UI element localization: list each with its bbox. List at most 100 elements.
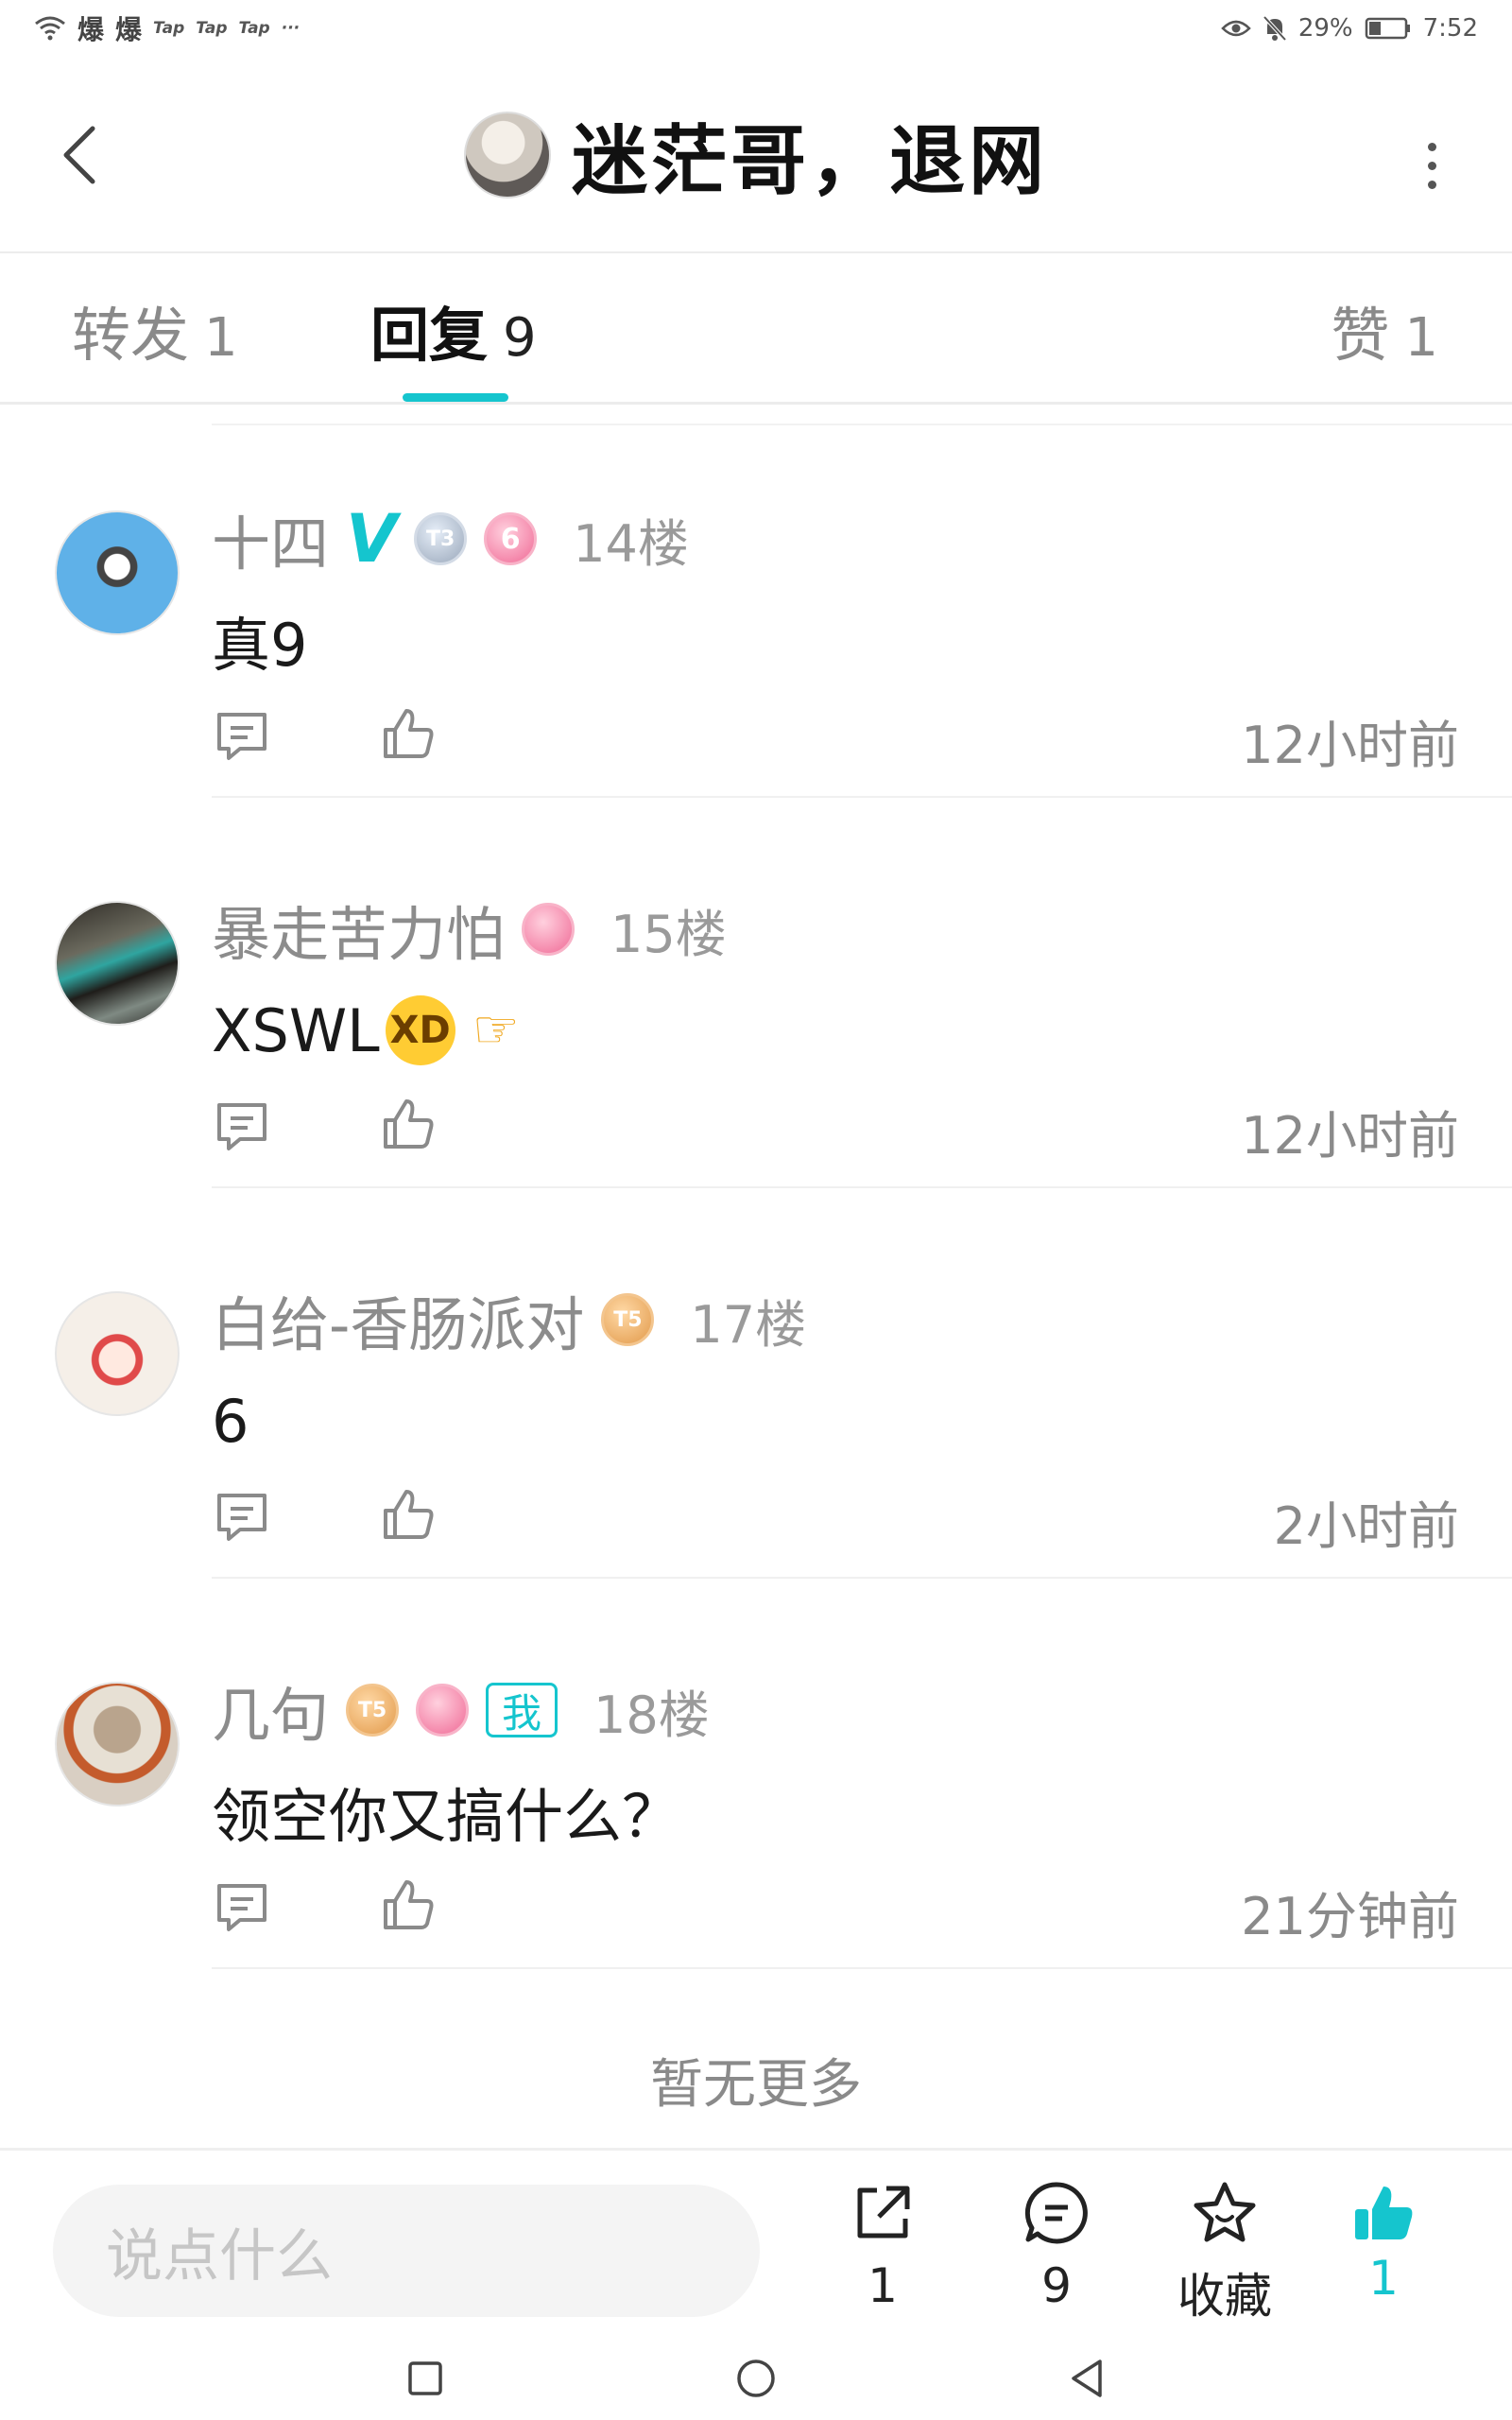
me-tag: 我 xyxy=(486,1683,558,1737)
level-badge-icon: T5 xyxy=(346,1684,400,1737)
comment-meta: 白给-香肠派对 T5 17楼 xyxy=(212,1284,807,1359)
app-notification-icon: 爆 xyxy=(77,14,105,45)
like-button[interactable] xyxy=(378,1484,438,1545)
thumbs-up-icon xyxy=(384,709,434,758)
favorite-button[interactable]: 收藏 xyxy=(1159,2179,1291,2330)
comment-item: 十四 V T3 6 14楼 真9 12小时前 xyxy=(0,408,1512,799)
more-notifications: ··· xyxy=(281,19,301,38)
comment-meta: 十四 V T3 6 14楼 xyxy=(212,500,689,579)
share-count: 1 xyxy=(868,2258,898,2313)
title-group: 迷茫哥，退网 xyxy=(0,106,1512,205)
more-options-button[interactable] xyxy=(1418,132,1446,199)
floor-number: 18楼 xyxy=(593,1685,710,1745)
author-avatar[interactable] xyxy=(464,112,551,199)
user-avatar[interactable] xyxy=(55,1682,180,1806)
battery-icon xyxy=(1365,17,1410,40)
square-icon xyxy=(408,2361,442,2395)
comment-item: 几句 T5 我 18楼 领空你又搞什么？ 21分钟前 xyxy=(0,1580,1512,1970)
event-badge-icon xyxy=(522,903,576,956)
comment-input-placeholder: 说点什么 xyxy=(106,2222,333,2290)
no-more-label: 暂无更多 xyxy=(650,2054,862,2116)
thumbs-up-icon xyxy=(384,1099,434,1149)
tab-forward[interactable]: 转发 1 xyxy=(72,287,238,372)
system-navigation-bar xyxy=(0,2341,1512,2420)
dot xyxy=(1427,142,1436,151)
star-icon xyxy=(1194,2182,1256,2242)
rank-badge-icon: 6 xyxy=(484,512,538,565)
reply-button[interactable] xyxy=(212,1876,272,1937)
comment-icon xyxy=(217,1103,266,1150)
dot xyxy=(1427,161,1436,170)
comment-time: 12小时前 xyxy=(1241,716,1459,775)
tab-like[interactable]: 赞 1 xyxy=(1331,287,1438,372)
like-button[interactable] xyxy=(378,1094,438,1154)
home-button[interactable] xyxy=(733,2356,779,2401)
comment-content: XSWL XD ☞ xyxy=(212,988,531,1073)
username[interactable]: 几句 xyxy=(212,1668,329,1753)
taptap-notification-icon: Tap xyxy=(238,19,270,38)
comment-input[interactable]: 说点什么 xyxy=(53,2185,760,2317)
divider xyxy=(212,1967,1512,1969)
username[interactable]: 十四 xyxy=(212,496,329,581)
battery-percent: 29% xyxy=(1297,14,1353,43)
level-badge-icon: T5 xyxy=(601,1293,655,1346)
comment-icon xyxy=(217,1884,266,1931)
comment-time: 2小时前 xyxy=(1273,1496,1459,1556)
app-notification-icon: 爆 xyxy=(115,14,143,45)
comment-button[interactable]: 9 xyxy=(990,2179,1123,2330)
comment-time: 21分钟前 xyxy=(1241,1887,1459,1946)
tab-count: 1 xyxy=(1404,307,1438,369)
comment-meta: 几句 T5 我 18楼 xyxy=(212,1674,710,1750)
tab-reply[interactable]: 回复 9 xyxy=(370,287,537,372)
recent-apps-button[interactable] xyxy=(403,2356,448,2401)
comment-count: 9 xyxy=(1041,2258,1072,2313)
mute-bell-icon xyxy=(1263,15,1287,42)
eye-icon xyxy=(1221,20,1251,37)
username[interactable]: 白给-香肠派对 xyxy=(212,1277,584,1362)
reply-button[interactable] xyxy=(212,1486,272,1547)
comment-icon xyxy=(217,713,266,760)
thumbs-up-icon xyxy=(384,1490,434,1539)
comment-text: XSWL xyxy=(212,995,380,1065)
comment-content: 真9 xyxy=(212,597,307,683)
comment-item: 暴走苦力怕 15楼 XSWL XD ☞ 12小时前 xyxy=(0,799,1512,1189)
like-post-button[interactable]: 1 xyxy=(1317,2179,1450,2330)
like-button[interactable] xyxy=(378,703,438,764)
tab-count: 1 xyxy=(204,307,238,369)
floor-number: 15楼 xyxy=(610,904,727,964)
tab-active-indicator xyxy=(403,393,508,402)
divider xyxy=(212,1186,1512,1188)
circle-icon xyxy=(737,2360,775,2397)
floor-number: 17楼 xyxy=(690,1294,807,1355)
status-right: 29% 7:52 xyxy=(1221,14,1478,43)
taptap-notification-icon: Tap xyxy=(196,19,228,38)
user-avatar[interactable] xyxy=(55,901,180,1026)
user-avatar[interactable] xyxy=(55,1291,180,1416)
comment-content: 领空你又搞什么？ xyxy=(212,1769,680,1854)
comment-time: 12小时前 xyxy=(1241,1106,1459,1166)
bottom-action-bar: 说点什么 1 9 收藏 1 xyxy=(0,2148,1512,2341)
tab-bar: 转发 1 回复 9 赞 1 xyxy=(0,253,1512,405)
reply-button[interactable] xyxy=(212,705,272,766)
comment-meta: 暴走苦力怕 15楼 xyxy=(212,893,727,969)
clock: 7:52 xyxy=(1422,14,1478,43)
username[interactable]: 暴走苦力怕 xyxy=(212,887,505,972)
wifi-icon xyxy=(35,16,65,41)
tab-label: 回复 xyxy=(370,301,489,370)
level-badge-icon: T3 xyxy=(414,512,468,565)
taptap-notification-icon: Tap xyxy=(153,19,185,38)
tab-count: 9 xyxy=(503,307,537,369)
comment-actions: 12小时前 xyxy=(212,698,1459,775)
like-button[interactable] xyxy=(378,1875,438,1935)
thumbs-up-icon xyxy=(384,1880,434,1929)
system-back-button[interactable] xyxy=(1064,2356,1109,2401)
reply-button[interactable] xyxy=(212,1096,272,1156)
share-icon xyxy=(857,2186,910,2238)
share-button[interactable]: 1 xyxy=(816,2179,949,2330)
status-bar: 爆 爆 Tap Tap Tap ··· 29% 7:52 xyxy=(0,0,1512,57)
comment-text: 真9 xyxy=(212,611,308,680)
user-avatar[interactable] xyxy=(55,510,180,635)
verified-icon: V xyxy=(346,500,398,578)
comment-actions: 12小时前 xyxy=(212,1088,1459,1166)
comment-text: 领空你又搞什么？ xyxy=(212,1782,681,1851)
